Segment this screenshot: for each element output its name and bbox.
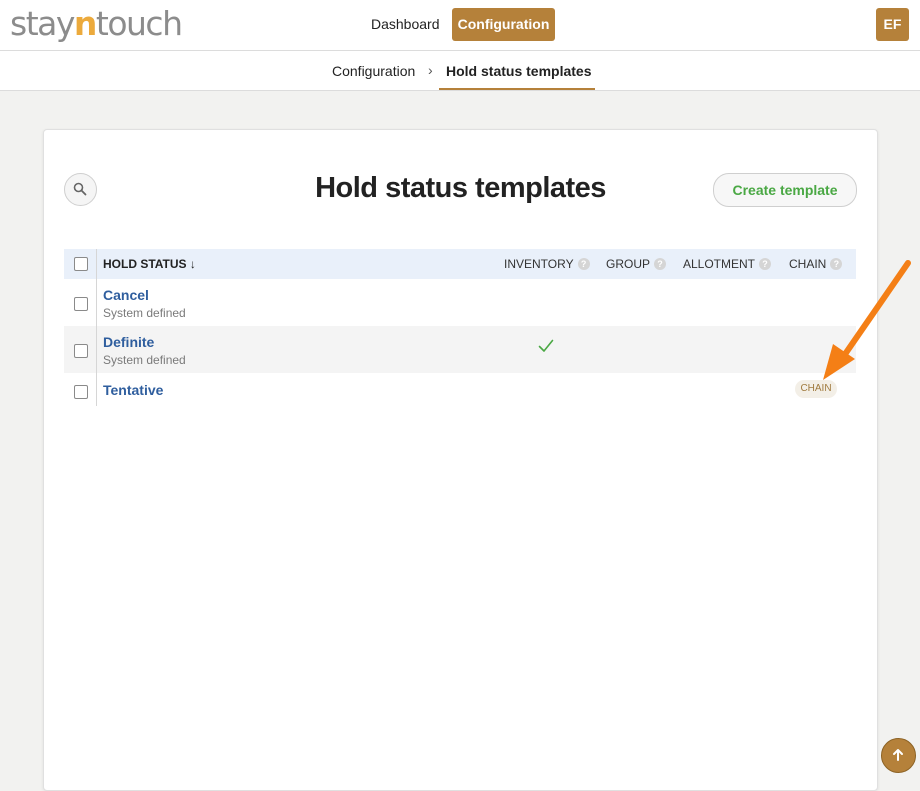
select-all-checkbox[interactable]: [74, 257, 88, 271]
breadcrumb-active-underline: [439, 88, 595, 90]
breadcrumb-configuration[interactable]: Configuration: [332, 63, 415, 79]
column-allotment-label: ALLOTMENT: [683, 257, 756, 271]
column-allotment: ALLOTMENT?: [683, 257, 772, 271]
templates-card: Hold status templates Create template HO…: [43, 129, 878, 791]
row-checkbox[interactable]: [74, 297, 88, 311]
logo-text-n: n: [73, 4, 98, 43]
row-checkbox[interactable]: [74, 385, 88, 399]
breadcrumb-current: Hold status templates: [446, 63, 592, 79]
column-inventory: INVENTORY?: [504, 257, 590, 271]
arrow-up-icon: [893, 749, 903, 761]
annotation-arrow-icon: [823, 260, 911, 380]
column-group: GROUP?: [606, 257, 667, 271]
template-name[interactable]: Cancel: [103, 287, 149, 303]
template-subtitle: System defined: [103, 353, 186, 367]
help-icon-group[interactable]: ?: [654, 258, 667, 270]
stayntouch-logo[interactable]: stayntouch: [10, 4, 183, 43]
breadcrumb-separator: ›: [428, 62, 433, 78]
back-to-top-button[interactable]: [881, 738, 916, 773]
column-inventory-label: INVENTORY: [504, 257, 574, 271]
table-row[interactable]: Cancel System defined: [64, 279, 856, 326]
logo-text-stay: stay: [10, 4, 75, 43]
nav-dashboard[interactable]: Dashboard: [362, 8, 449, 41]
column-divider: [96, 249, 97, 406]
help-icon-allotment[interactable]: ?: [759, 258, 772, 270]
template-name[interactable]: Definite: [103, 334, 154, 350]
table-header: HOLD STATUS ↓ INVENTORY? GROUP? ALLOTMEN…: [64, 249, 856, 279]
top-bar: stayntouch Dashboard Configuration EF: [0, 0, 920, 51]
create-template-button[interactable]: Create template: [713, 173, 857, 207]
breadcrumb: Configuration › Hold status templates: [0, 51, 920, 91]
column-hold-status[interactable]: HOLD STATUS ↓: [103, 257, 196, 271]
column-group-label: GROUP: [606, 257, 651, 271]
user-avatar[interactable]: EF: [876, 8, 909, 41]
template-name[interactable]: Tentative: [103, 382, 163, 398]
table-row[interactable]: Tentative CHAIN: [64, 374, 856, 406]
help-icon-inventory[interactable]: ?: [577, 258, 590, 270]
logo-text-touch: touch: [95, 4, 183, 43]
row-checkbox[interactable]: [74, 344, 88, 358]
check-icon: [538, 339, 554, 352]
template-subtitle: System defined: [103, 306, 186, 320]
nav-configuration[interactable]: Configuration: [452, 8, 555, 41]
table-row[interactable]: Definite System defined: [64, 326, 856, 373]
